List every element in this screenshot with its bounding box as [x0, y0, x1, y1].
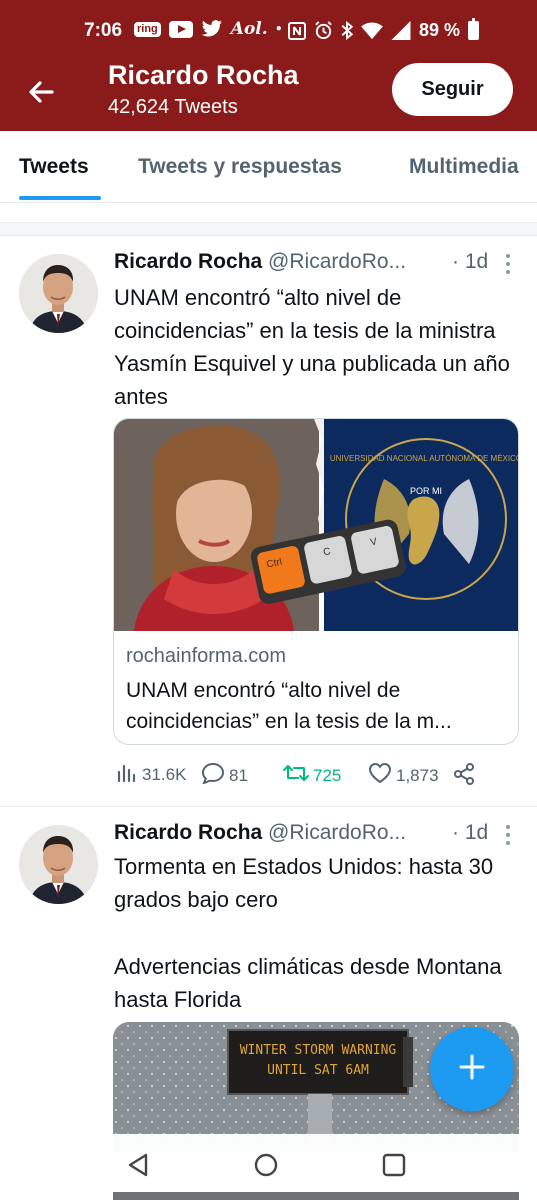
tweet-actions: 31.6K 81 725 1,873	[116, 762, 486, 790]
tweet-author-handle: @RicardoRo...	[268, 821, 407, 844]
compose-tweet-button[interactable]	[430, 1027, 514, 1111]
reply-icon	[201, 762, 225, 789]
tweet-text-paragraph: Advertencias climáticas desde Montana ha…	[114, 954, 502, 1012]
tweet-author-handle: @RicardoRo...	[268, 250, 407, 273]
dot-icon: ●	[275, 23, 282, 34]
tab-tweets-and-replies[interactable]: Tweets y respuestas	[138, 155, 342, 179]
profile-tabs: Tweets Tweets y respuestas Multimedia	[0, 131, 537, 203]
profile-header: 7:06 ring Aol. ● 89 % Ricardo Rocha 42,6…	[0, 0, 537, 131]
aol-icon: Aol.	[230, 18, 268, 39]
youtube-icon	[168, 20, 193, 38]
home-nav-icon[interactable]	[253, 1152, 279, 1178]
sign-line-2: UNTIL SAT 6AM	[267, 1063, 369, 1078]
share-icon	[452, 762, 476, 791]
link-card[interactable]: UNIVERSIDAD NACIONAL AUTÓNOMA DE MÉXICO …	[113, 418, 519, 745]
views-count: 31.6K	[142, 764, 187, 784]
back-arrow-icon[interactable]	[22, 72, 62, 112]
more-options-icon[interactable]	[500, 823, 516, 847]
profile-name: Ricardo Rocha	[108, 60, 299, 90]
plus-icon	[458, 1053, 486, 1086]
emblem-text: UNIVERSIDAD NACIONAL AUTÓNOMA DE MÉXICO	[330, 454, 519, 463]
tab-media[interactable]: Multimedia	[409, 155, 519, 179]
retweet-icon	[283, 762, 309, 789]
retweet-count: 725	[313, 765, 342, 785]
nfc-icon	[288, 21, 306, 40]
tweet-author-name[interactable]: Ricardo Rocha	[114, 821, 262, 844]
like-count: 1,873	[396, 765, 439, 785]
tweet-count: 42,624 Tweets	[108, 96, 238, 118]
link-card-image: UNIVERSIDAD NACIONAL AUTÓNOMA DE MÉXICO …	[114, 419, 519, 631]
share-action[interactable]	[452, 762, 476, 791]
tweet-media-bottom	[113, 1192, 519, 1200]
back-nav-icon[interactable]	[126, 1152, 152, 1178]
views-action[interactable]: 31.6K	[116, 762, 186, 787]
like-action[interactable]: 1,873	[368, 762, 439, 789]
tweet-header: Ricardo Rocha @RicardoRo...	[114, 250, 406, 274]
tweet-header: Ricardo Rocha @RicardoRo...	[114, 821, 406, 845]
reply-count: 81	[229, 765, 248, 785]
tweet-author-name[interactable]: Ricardo Rocha	[114, 250, 262, 273]
retweet-action[interactable]: 725	[283, 762, 341, 789]
twitter-bird-icon	[201, 20, 223, 38]
signal-icon	[391, 21, 411, 40]
status-bar: 7:06 ring Aol. ● 89 %	[0, 0, 537, 62]
battery-percentage: 89 %	[419, 20, 461, 40]
tab-tweets[interactable]: Tweets	[19, 155, 89, 179]
alarm-icon	[314, 21, 333, 40]
recents-nav-icon[interactable]	[381, 1152, 407, 1178]
avatar[interactable]	[19, 254, 98, 333]
views-icon	[116, 762, 138, 787]
wifi-icon	[361, 21, 383, 40]
reply-action[interactable]: 81	[201, 762, 248, 789]
heart-icon	[368, 762, 392, 789]
notification-icons: ring Aol. ●	[134, 20, 282, 38]
emblem-motto: POR MI	[410, 486, 442, 496]
more-options-icon[interactable]	[500, 252, 516, 276]
link-card-domain: rochainforma.com	[126, 645, 287, 667]
battery-icon	[468, 18, 480, 40]
sign-line-1: WINTER STORM WARNING	[240, 1043, 397, 1058]
active-tab-indicator	[19, 196, 101, 200]
system-icons: 89 %	[288, 18, 480, 41]
link-card-title: UNAM encontró “alto nivel de coincidenci…	[126, 679, 452, 733]
tweet-time: · 1d	[452, 250, 489, 273]
tweet-text: UNAM encontró “alto nivel de coincidenci…	[114, 285, 510, 409]
status-time: 7:06	[84, 20, 123, 41]
section-separator	[0, 222, 537, 236]
avatar[interactable]	[19, 825, 98, 904]
tweet-time: · 1d	[452, 821, 489, 844]
ring-app-icon: ring	[134, 21, 161, 37]
follow-button[interactable]: Seguir	[392, 63, 513, 116]
system-navigation-bar	[0, 1134, 537, 1192]
bluetooth-icon	[341, 21, 353, 40]
tweet-text: Tormenta en Estados Unidos: hasta 30 gra…	[114, 854, 494, 912]
